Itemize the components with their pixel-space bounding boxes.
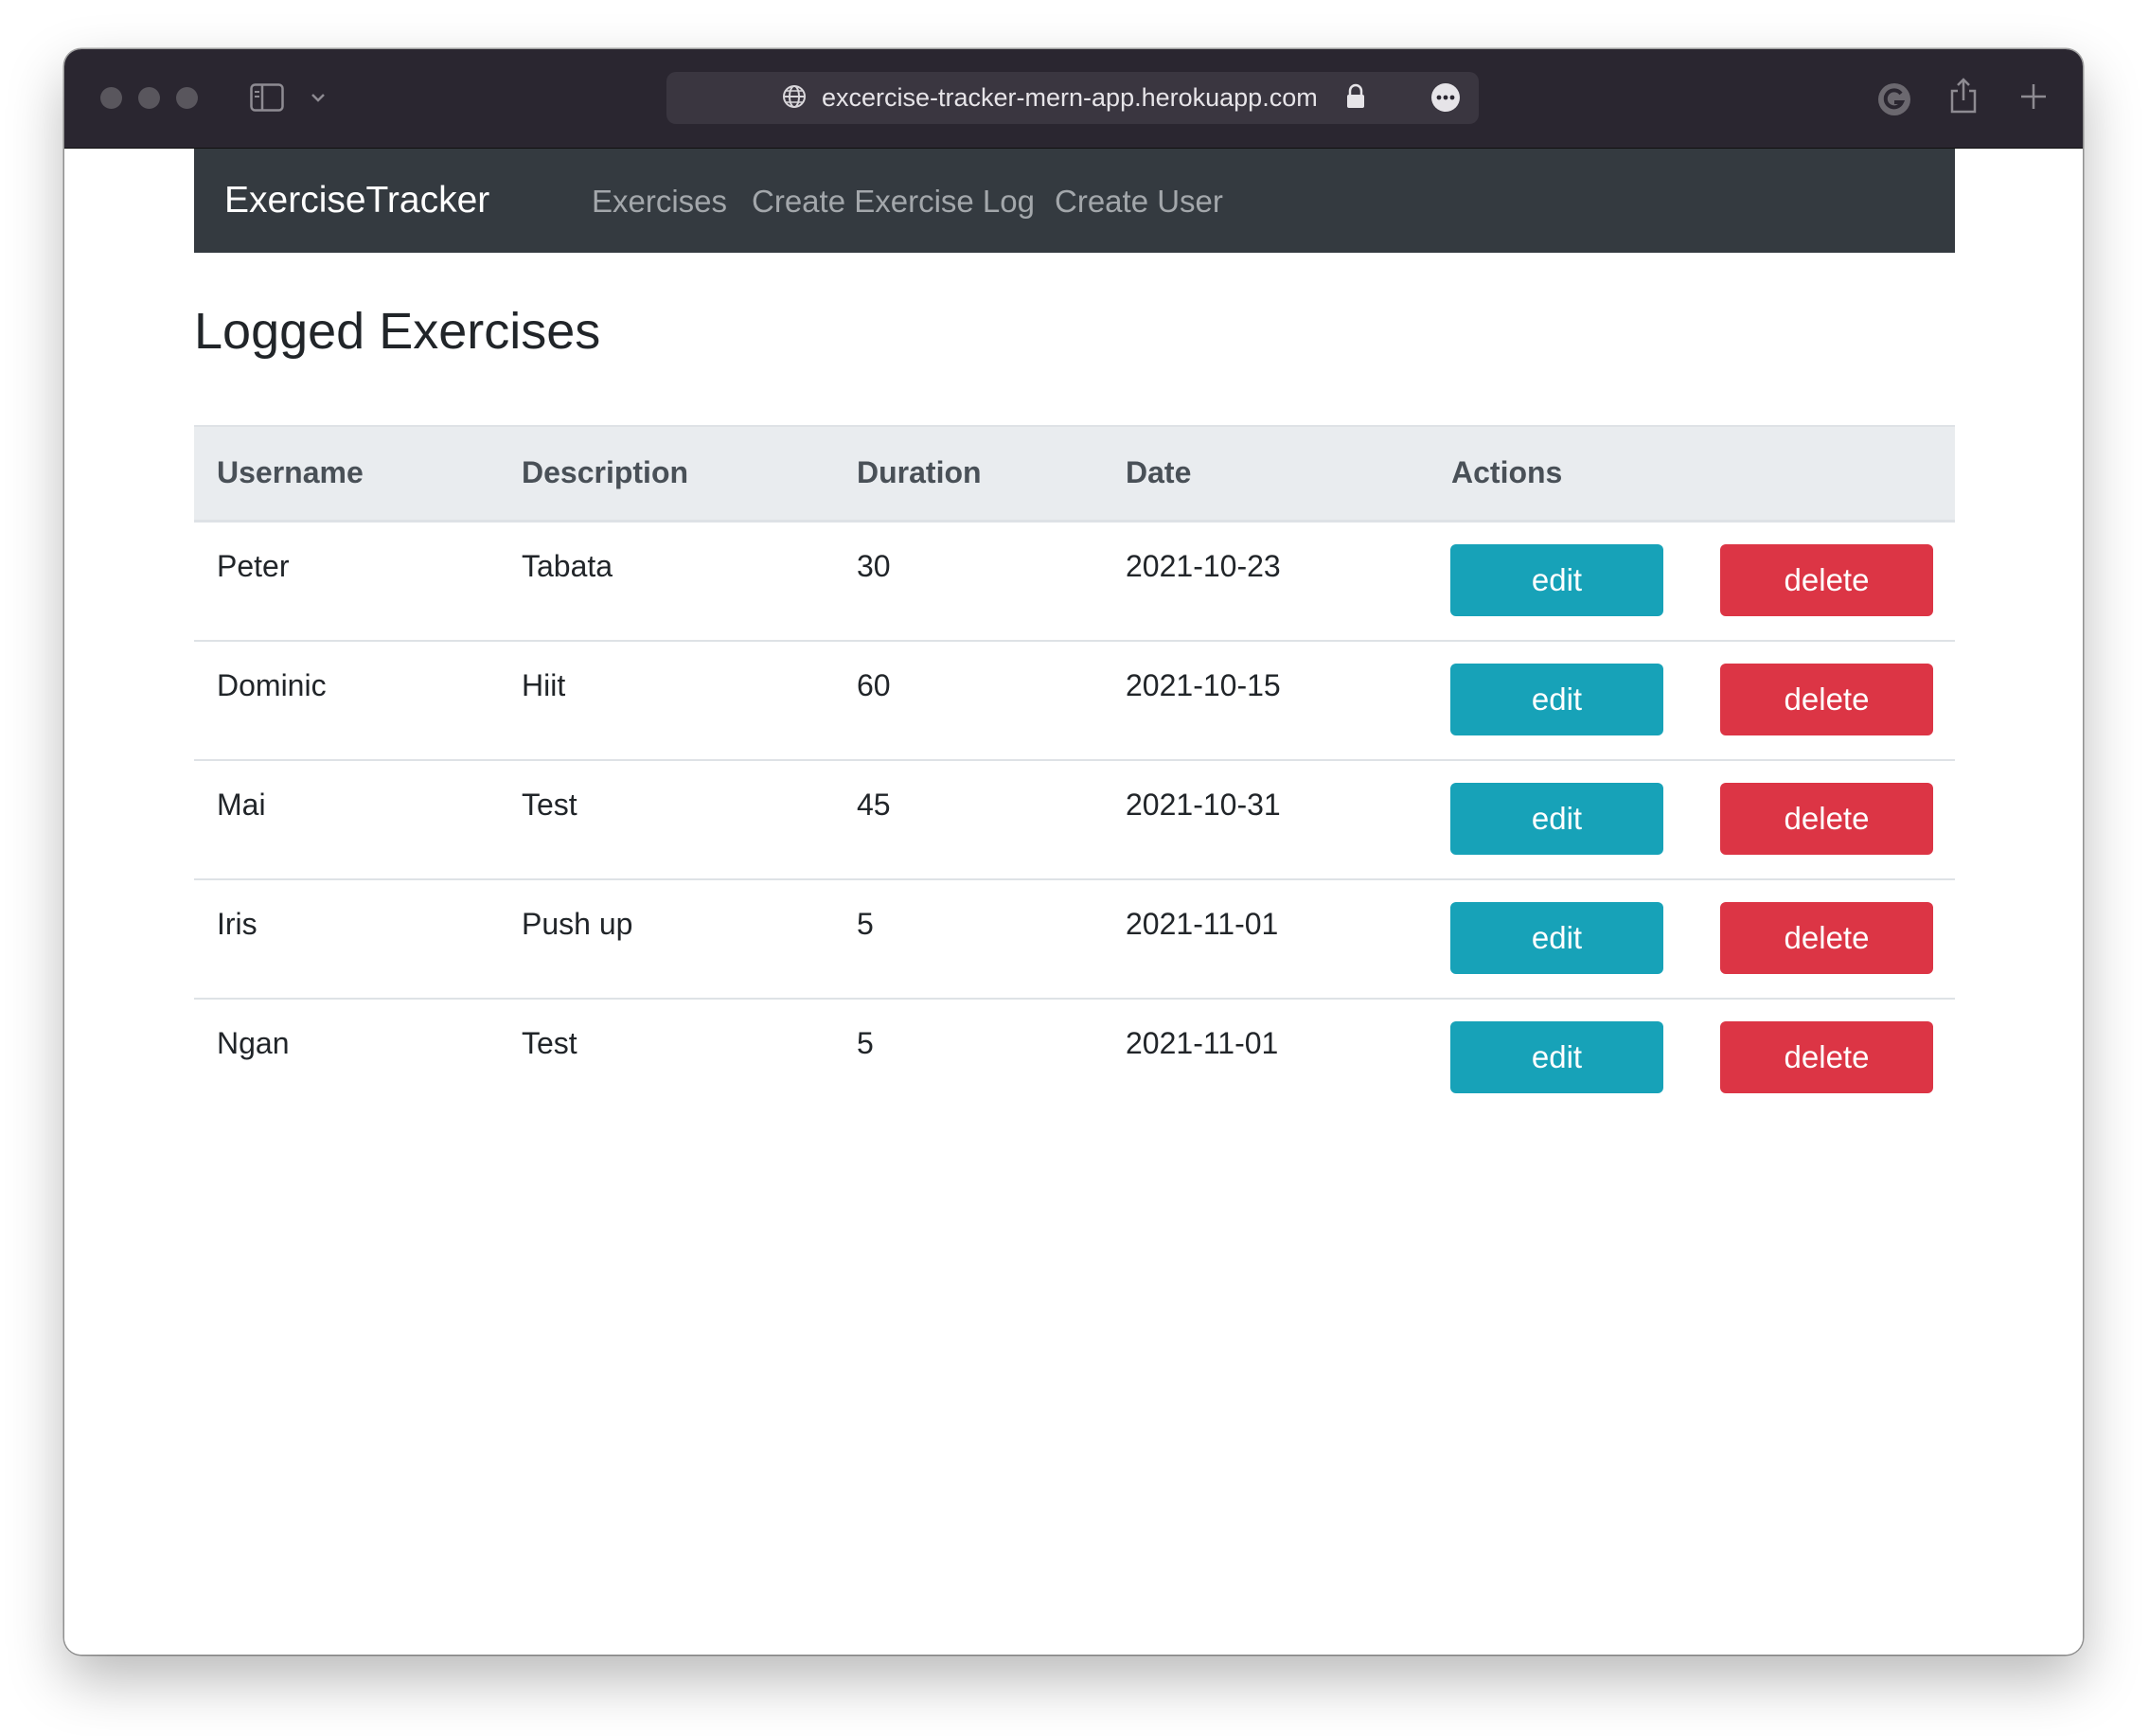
edit-button[interactable]: edit <box>1450 902 1663 974</box>
cell-username: Ngan <box>217 1026 290 1060</box>
cell-description: Test <box>522 788 577 822</box>
table-row: Iris Push up 5 2021-11-01 edit delete <box>194 878 1955 1000</box>
share-icon[interactable] <box>1948 76 1979 120</box>
cell-date: 2021-10-15 <box>1126 668 1281 702</box>
edit-button[interactable]: edit <box>1450 1021 1663 1093</box>
cell-duration: 45 <box>857 788 891 822</box>
cell-duration: 5 <box>857 1026 874 1060</box>
table-row: Peter Tabata 30 2021-10-23 edit delete <box>194 521 1955 642</box>
cell-date: 2021-11-01 <box>1126 1026 1279 1060</box>
cell-date: 2021-10-23 <box>1126 549 1281 583</box>
edit-button[interactable]: edit <box>1450 783 1663 855</box>
navbar: ExerciseTracker Exercises Create Exercis… <box>194 149 1955 253</box>
minimize-window-button[interactable] <box>138 87 160 109</box>
nav-link-create-exercise-log[interactable]: Create Exercise Log <box>752 184 1035 220</box>
globe-icon <box>781 83 808 115</box>
table-row: Ngan Test 5 2021-11-01 edit delete <box>194 998 1955 1117</box>
cell-description: Hiit <box>522 668 566 702</box>
grammarly-icon[interactable] <box>1876 81 1912 122</box>
cell-username: Peter <box>217 549 290 583</box>
delete-button[interactable]: delete <box>1720 544 1933 616</box>
cell-date: 2021-10-31 <box>1126 788 1281 822</box>
zoom-window-button[interactable] <box>176 87 198 109</box>
page-title: Logged Exercises <box>194 303 601 360</box>
cell-username: Mai <box>217 788 266 822</box>
edit-button[interactable]: edit <box>1450 544 1663 616</box>
table-header: Username Description Duration Date Actio… <box>194 425 1955 523</box>
cell-description: Test <box>522 1026 577 1060</box>
nav-link-exercises[interactable]: Exercises <box>592 184 727 220</box>
browser-toolbar: excercise-tracker-mern-app.herokuapp.com <box>64 49 2083 149</box>
table-row: Dominic Hiit 60 2021-10-15 edit delete <box>194 640 1955 761</box>
delete-button[interactable]: delete <box>1720 664 1933 735</box>
column-header-description: Description <box>522 455 689 489</box>
cell-description: Push up <box>522 907 633 941</box>
cell-duration: 30 <box>857 549 891 583</box>
close-window-button[interactable] <box>100 87 122 109</box>
delete-button[interactable]: delete <box>1720 1021 1933 1093</box>
cell-username: Iris <box>217 907 258 941</box>
table-row: Mai Test 45 2021-10-31 edit delete <box>194 759 1955 880</box>
cell-description: Tabata <box>522 549 613 583</box>
column-header-duration: Duration <box>857 455 982 489</box>
cell-date: 2021-11-01 <box>1126 907 1279 941</box>
url-text[interactable]: excercise-tracker-mern-app.herokuapp.com <box>822 83 1318 113</box>
more-options-icon[interactable] <box>1430 81 1462 118</box>
column-header-username: Username <box>217 455 364 489</box>
sidebar-toggle-icon[interactable] <box>250 83 284 112</box>
cell-username: Dominic <box>217 668 327 702</box>
delete-button[interactable]: delete <box>1720 902 1933 974</box>
column-header-actions: Actions <box>1451 455 1563 489</box>
column-header-date: Date <box>1126 455 1192 489</box>
edit-button[interactable]: edit <box>1450 664 1663 735</box>
cell-duration: 60 <box>857 668 891 702</box>
new-tab-icon[interactable] <box>2018 81 2049 116</box>
lock-icon <box>1345 83 1366 115</box>
nav-link-create-user[interactable]: Create User <box>1055 184 1223 220</box>
navbar-brand[interactable]: ExerciseTracker <box>224 180 489 221</box>
page-content: ExerciseTracker Exercises Create Exercis… <box>64 149 2083 1655</box>
chevron-down-icon[interactable] <box>311 91 326 108</box>
cell-duration: 5 <box>857 907 874 941</box>
delete-button[interactable]: delete <box>1720 783 1933 855</box>
browser-window: excercise-tracker-mern-app.herokuapp.com <box>64 49 2083 1655</box>
